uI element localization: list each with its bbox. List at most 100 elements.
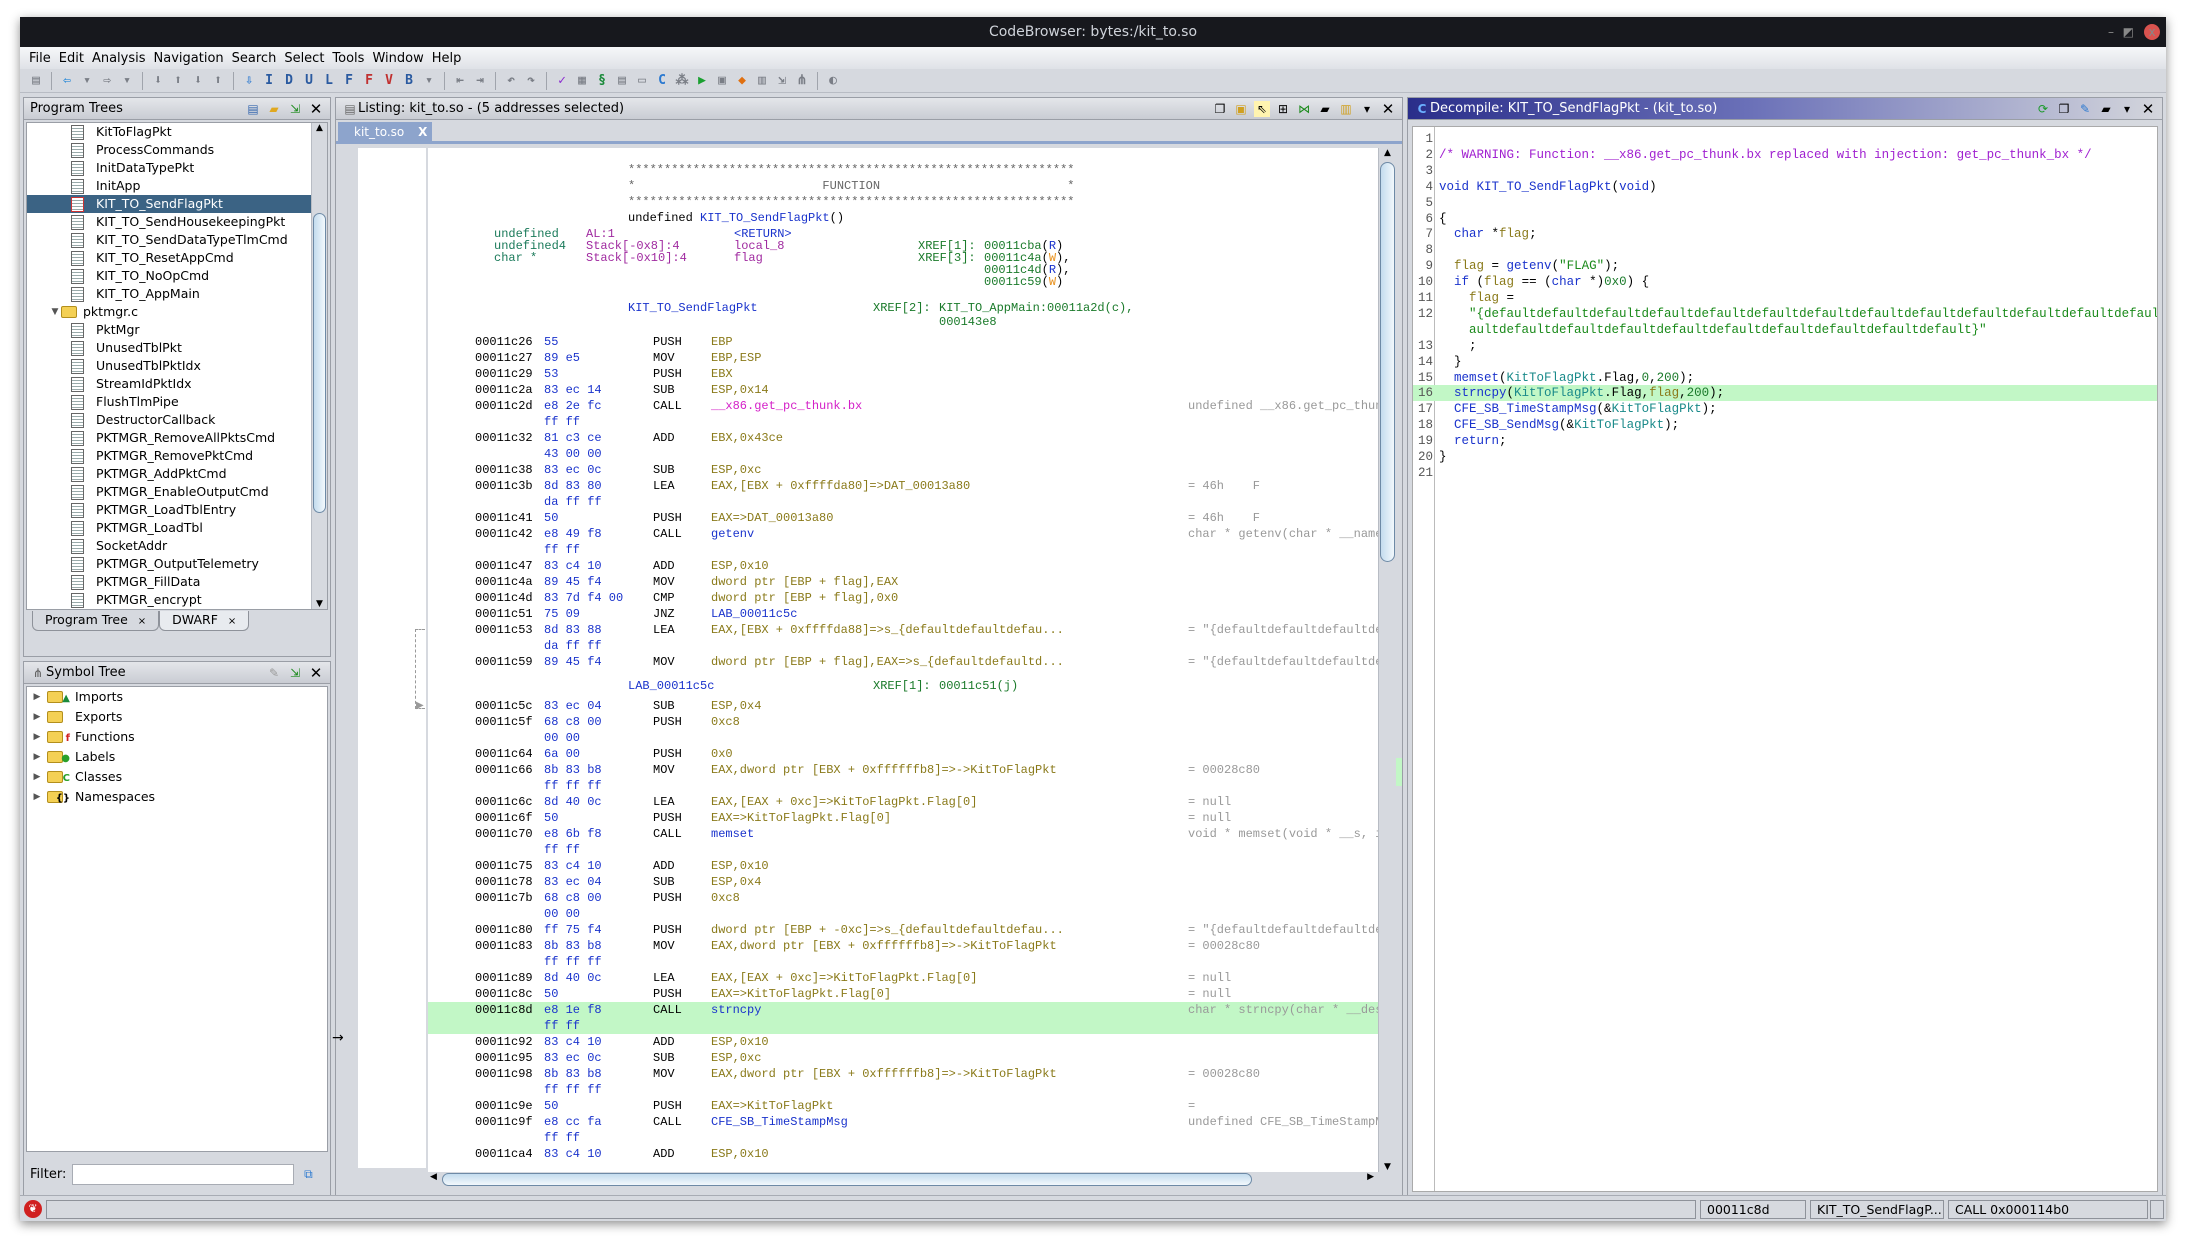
instruction-address[interactable]: 00011c9f — [475, 1114, 533, 1130]
menu-edit[interactable]: Edit — [58, 51, 85, 66]
operand[interactable]: ESP,0x10 — [711, 558, 769, 574]
symbol-category-namespaces[interactable]: ▶ {} Namespaces — [27, 787, 327, 807]
tree-item[interactable]: PKTMGR_LoadTbl — [27, 519, 327, 537]
operand[interactable]: __x86.get_pc_thunk.bx — [711, 398, 862, 414]
decompile-line[interactable]: 9 flag = getenv("FLAG"); — [1413, 258, 2157, 274]
code-token[interactable]: if — [1454, 275, 1469, 289]
tree-item[interactable]: PKTMGR_encrypt — [27, 591, 327, 609]
xref-link[interactable]: 00011c59(W) — [984, 274, 1063, 290]
close-window-button[interactable]: x — [2144, 24, 2160, 40]
tree-item[interactable]: PKTMGR_FillData — [27, 573, 327, 591]
decompile-line[interactable]: 1 — [1413, 131, 2157, 147]
expand-arrow-icon[interactable]: ▶ — [31, 708, 43, 726]
operand[interactable]: LAB_00011c5c — [711, 606, 797, 622]
symbol-icon[interactable]: ◆ — [733, 72, 751, 90]
tree-item[interactable]: UnusedTblPktIdx — [27, 357, 327, 375]
instruction-address[interactable]: 00011c7b — [475, 890, 533, 906]
decompile-menu-icon[interactable]: ▾ — [2119, 101, 2135, 117]
instruction-address[interactable]: 00011c6f — [475, 810, 533, 826]
operand[interactable]: ESP,0x10 — [711, 1146, 769, 1162]
operand[interactable]: 0x0 — [711, 746, 733, 762]
instruction-address[interactable]: 00011c92 — [475, 1034, 533, 1050]
code-token[interactable]: CFE_SB_SendMsg — [1454, 418, 1559, 432]
scroll-down-icon[interactable]: ▼ — [1379, 1162, 1396, 1172]
instruction-address[interactable]: 00011c4d — [475, 590, 533, 606]
listing-menu-icon[interactable]: ▾ — [1359, 101, 1375, 117]
operand[interactable]: EAX=>KitToFlagPkt.Flag[0] — [711, 810, 891, 826]
next-highlight-icon[interactable]: ⬇ — [189, 72, 207, 90]
tree-item[interactable]: KIT_TO_SendDataTypeTlmCmd — [27, 231, 327, 249]
forward-icon[interactable]: ⇨ — [98, 72, 116, 90]
scroll-down-icon[interactable]: ▼ — [312, 599, 327, 609]
script-icon[interactable]: § — [593, 72, 611, 90]
tree-item[interactable]: SocketAddr — [27, 537, 327, 555]
menu-file[interactable]: File — [28, 51, 52, 66]
code-token[interactable]: CFE_SB_TimeStampMsg — [1454, 402, 1597, 416]
search-forward-icon[interactable]: ⇥ — [471, 72, 489, 90]
operand[interactable]: EAX,[EBX + 0xffffda88]=>s_{defaultdefaul… — [711, 622, 1064, 638]
decompile-line[interactable]: 3 — [1413, 163, 2157, 179]
code-token[interactable]: KitToFlagPkt — [1507, 371, 1597, 385]
instruction-address[interactable]: 00011c6c — [475, 794, 533, 810]
tree-item[interactable]: UnusedTblPkt — [27, 339, 327, 357]
tree-item[interactable]: PKTMGR_OutputTelemetry — [27, 555, 327, 573]
next-non-function-icon[interactable]: F — [360, 72, 378, 90]
tree-item[interactable]: KIT_TO_ResetAppCmd — [27, 249, 327, 267]
paste-icon[interactable]: ▣ — [1233, 101, 1249, 117]
close-program-trees-icon[interactable]: ✕ — [308, 100, 324, 118]
operand[interactable]: CFE_SB_TimeStampMsg — [711, 1114, 848, 1130]
field-edit-icon[interactable]: ⊞ — [1275, 101, 1291, 117]
code-token[interactable]: 200 — [1687, 386, 1710, 400]
decompile-line[interactable]: 17 CFE_SB_TimeStampMsg(&KitToFlagPkt); — [1413, 401, 2157, 417]
instruction-address[interactable]: 00011c89 — [475, 970, 533, 986]
decompile-line[interactable]: 21 — [1413, 465, 2157, 481]
filter-input[interactable] — [72, 1163, 295, 1185]
forward-dropdown-icon[interactable]: ▾ — [118, 72, 136, 90]
decompile-line[interactable]: 2 /* WARNING: Function: __x86.get_pc_thun… — [1413, 147, 2157, 163]
operand[interactable]: ESP,0xc — [711, 1050, 761, 1066]
scroll-up-icon[interactable]: ▲ — [312, 123, 327, 133]
instruction-address[interactable]: 00011c29 — [475, 366, 533, 382]
operand[interactable]: memset — [711, 826, 754, 842]
instruction-address[interactable]: 00011ca4 — [475, 1146, 533, 1162]
instruction-address[interactable]: 00011c8c — [475, 986, 533, 1002]
instruction-address[interactable]: 00011c53 — [475, 622, 533, 638]
instruction-address[interactable]: 00011c51 — [475, 606, 533, 622]
decompile-line[interactable]: aultdefaultdefaultdefaultdefaultdefaultd… — [1413, 322, 2157, 338]
decompile-icon[interactable]: C — [653, 72, 671, 90]
menu-search[interactable]: Search — [231, 51, 278, 66]
close-tab-icon[interactable]: X — [418, 125, 427, 139]
decompile-line[interactable]: 14 } — [1413, 354, 2157, 370]
listing-code[interactable]: ****************************************… — [428, 148, 1378, 1172]
operand[interactable]: EBP,ESP — [711, 350, 761, 366]
operand[interactable]: dword ptr [EBP + flag],0x0 — [711, 590, 898, 606]
operand[interactable]: ESP,0xc — [711, 462, 761, 478]
tree-item[interactable]: InitDataTypePkt — [27, 159, 327, 177]
expand-arrow-icon[interactable]: ▶ — [31, 788, 43, 806]
decompile-line[interactable]: 11 flag = — [1413, 290, 2157, 306]
tree-item[interactable]: ProcessCommands — [27, 141, 327, 159]
operand[interactable]: EAX=>KitToFlagPkt — [711, 1098, 833, 1114]
instruction-address[interactable]: 00011c95 — [475, 1050, 533, 1066]
menu-select[interactable]: Select — [283, 51, 325, 66]
code-token[interactable]: strncpy — [1454, 386, 1507, 400]
export-icon[interactable]: ⇲ — [773, 72, 791, 90]
operand[interactable]: ESP,0x4 — [711, 698, 761, 714]
operand[interactable]: EBP — [711, 334, 733, 350]
instruction-address[interactable]: 00011c8d — [475, 1002, 533, 1018]
instruction-address[interactable]: 00011c59 — [475, 654, 533, 670]
back-dropdown-icon[interactable]: ▾ — [78, 72, 96, 90]
instruction-address[interactable]: 00011c41 — [475, 510, 533, 526]
bookmark-dropdown-icon[interactable]: ▾ — [420, 72, 438, 90]
tree-item[interactable]: PKTMGR_AddPktCmd — [27, 465, 327, 483]
code-token[interactable]: 0 — [1642, 371, 1650, 385]
ghidra-logo-icon[interactable]: ❦ — [24, 1200, 42, 1218]
refresh-icon[interactable]: ⟳ — [2035, 101, 2051, 117]
expand-arrow-icon[interactable]: ▼ — [49, 303, 61, 321]
scroll-left-icon[interactable]: ◀ — [430, 1172, 437, 1182]
code-token[interactable]: char — [1454, 227, 1484, 241]
xref-link[interactable]: 000143e8 — [939, 314, 997, 330]
instruction-address[interactable]: 00011c83 — [475, 938, 533, 954]
instruction-address[interactable]: 00011c32 — [475, 430, 533, 446]
operand[interactable]: ESP,0x10 — [711, 1034, 769, 1050]
